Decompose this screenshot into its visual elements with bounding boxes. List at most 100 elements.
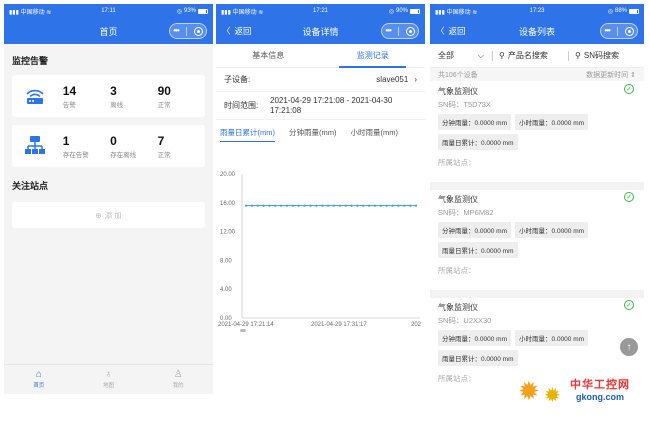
x-tick-label: 202: [411, 322, 422, 328]
tab-monitor-records[interactable]: 监测记录: [321, 44, 426, 68]
y-tick-label: 4.00: [220, 287, 232, 293]
filter-bar: 全部 ⌵ ⚲ 产品名搜索 ⚲ SN码搜索: [430, 44, 644, 68]
chevron-left-icon: 〈: [222, 26, 231, 36]
product-search[interactable]: ⚲ 产品名搜索: [493, 50, 568, 61]
chevron-down-icon: ⌵: [477, 50, 484, 60]
router-icon: [24, 86, 47, 106]
minute-rain-tag: 分钟雨量：0.0000 mm: [438, 222, 512, 238]
data-point: [285, 204, 289, 207]
online-check-icon: ✓: [624, 84, 634, 94]
chevron-left-icon: 〈: [436, 26, 445, 36]
watermark-url: gkong.com: [576, 392, 625, 402]
sn-search[interactable]: ⚲ SN码搜索: [569, 50, 644, 61]
watermark-text: 中华工控网: [570, 379, 630, 391]
tab-bar: ⌂ 首页 ♁ 地图 ♙ 我的: [4, 364, 213, 394]
data-point: [280, 204, 283, 207]
rain-chart: 0.004.008.0012.0016.0020.002021-04-29 17…: [218, 172, 422, 332]
data-point: [332, 204, 336, 207]
more-icon[interactable]: •••: [604, 27, 610, 35]
tab-home[interactable]: ⌂ 首页: [4, 365, 74, 394]
gear-icon: ✹: [544, 385, 561, 407]
mini-program-capsule[interactable]: •••: [169, 23, 207, 39]
more-icon[interactable]: •••: [385, 27, 391, 35]
nav-bar: 〈返回 设备列表 •••: [430, 18, 644, 44]
minute-rain-tag: 分钟雨量：0.0000 mm: [438, 330, 512, 346]
subdevice-value: slave051: [376, 75, 409, 84]
x-tick-label: 2021-04-29 17:21:14: [218, 322, 274, 328]
stat-has-offline: 0 存在离线: [110, 133, 137, 159]
metric-tabs: 雨量日累计(mm) 分钟雨量(mm) 小时雨量(mm): [216, 120, 425, 144]
data-point: [373, 204, 377, 207]
page-title: 首页: [99, 26, 118, 37]
daily-rain-tag: 雨量日累计：0.0000 mm: [438, 350, 518, 366]
status-bar: ▮▮▮ 中国移动 ≋ 17:21 ◎ 90%: [216, 4, 425, 18]
mini-program-capsule[interactable]: •••: [381, 23, 419, 39]
y-tick-label: 12.00: [220, 230, 236, 236]
time-range-row[interactable]: 时间范围: 2021-04-29 17:21:08 - 2021-04-30 1…: [216, 92, 425, 120]
data-point: [344, 204, 347, 207]
data-point: [338, 204, 341, 207]
data-point: [268, 204, 271, 207]
data-point: [262, 204, 265, 207]
stat-alarm: 14 告警: [62, 83, 77, 109]
y-tick-label: 8.00: [220, 258, 232, 264]
hour-rain-tag: 小时雨量：0.0000 mm: [515, 330, 589, 346]
data-point: [362, 204, 365, 207]
network-icon: [24, 135, 47, 157]
network-stats-card[interactable]: 1 存在告警 0 存在离线 7 正常: [12, 125, 205, 167]
x-tick-label: 2021-04-29 17:31:17: [311, 322, 367, 328]
status-bar: ▮▮▮ 中国移动 ≋ 17:11 ◎ 93%: [4, 4, 213, 18]
list-item[interactable]: 气象监测仪 ✓ SN码：MP6M82 分钟雨量：0.0000 mm 小时雨量：0.…: [430, 190, 644, 280]
data-point: [274, 204, 277, 207]
tab-mine[interactable]: ♙ 我的: [143, 365, 213, 394]
subdevice-row[interactable]: 子设备: slave051 ›: [216, 68, 425, 92]
close-target-icon[interactable]: [405, 26, 415, 36]
sort-icon: ⇕: [630, 71, 636, 79]
alert-stats-card[interactable]: 14 告警 3 离线 90 正常: [12, 75, 205, 117]
data-point: [379, 204, 382, 207]
more-icon[interactable]: •••: [173, 27, 179, 35]
back-to-top-button[interactable]: ↑: [620, 338, 638, 356]
data-point: [250, 204, 253, 207]
tab-map[interactable]: ♁ 地图: [74, 365, 144, 394]
data-point: [303, 204, 306, 207]
y-tick-label: 20.00: [220, 172, 236, 178]
data-point: [414, 204, 418, 207]
tab-hour-rain[interactable]: 小时雨量(mm): [351, 120, 399, 144]
list-item[interactable]: 气象监测仪 ✓ SN码：T5D73X 分钟雨量：0.0000 mm 小时雨量：0.…: [430, 82, 644, 172]
category-select[interactable]: 全部 ⌵: [430, 50, 492, 61]
add-site-button[interactable]: ⊕ 添 加: [12, 202, 205, 228]
scroll-handle: [240, 329, 246, 332]
status-time: 17:21: [312, 8, 328, 14]
y-tick-label: 16.00: [220, 201, 236, 207]
mini-program-capsule[interactable]: •••: [600, 23, 638, 39]
search-icon: ⚲: [575, 51, 581, 60]
top-bar: ▮▮▮ 中国移动 ≋ 17:21 ◎ 90% 〈返回 设备详情 •••: [216, 4, 425, 44]
nav-bar: 首页 •••: [4, 18, 213, 44]
data-point: [297, 204, 300, 207]
battery-icon: [629, 8, 639, 14]
close-target-icon[interactable]: [624, 26, 634, 36]
page-title: 设备详情: [302, 26, 339, 37]
data-point: [350, 204, 353, 207]
map-icon: ♁: [104, 369, 113, 380]
back-button[interactable]: 〈返回: [222, 18, 252, 44]
close-target-icon[interactable]: [193, 26, 203, 36]
page-title: 设备列表: [518, 26, 555, 37]
time-range-value: 2021-04-29 17:21:08 - 2021-04-30 17:21:0…: [270, 95, 393, 115]
tab-daily-rain[interactable]: 雨量日累计(mm): [220, 120, 275, 144]
battery-icon: [410, 8, 420, 14]
tab-basic-info[interactable]: 基本信息: [216, 44, 321, 67]
data-point: [309, 204, 312, 207]
alert-section-title: 监控告警: [12, 56, 49, 66]
tab-minute-rain[interactable]: 分钟雨量(mm): [289, 120, 337, 144]
home-screen: ▮▮▮ 中国移动 ≋ 17:11 ◎ 93% 首页 ••• 监控告警 14 告警 3…: [4, 4, 213, 394]
data-point: [256, 204, 259, 207]
device-list-screen: ▮▮▮ 中国移动 ≋ 17:23 ◎ 88% 〈返回 设备列表 ••• 全部 ⌵ ⚲…: [430, 4, 644, 394]
sort-toggle[interactable]: 数据更新时间 ⇕: [586, 70, 636, 80]
watermark-logo: ✹ ✹ 中华工控网 gkong.com: [518, 372, 648, 418]
online-check-icon: ✓: [624, 300, 634, 310]
back-button[interactable]: 〈返回: [436, 18, 466, 44]
list-summary: 共106个设备 数据更新时间 ⇕: [430, 68, 644, 81]
stat-offline: 3 离线: [110, 83, 124, 109]
